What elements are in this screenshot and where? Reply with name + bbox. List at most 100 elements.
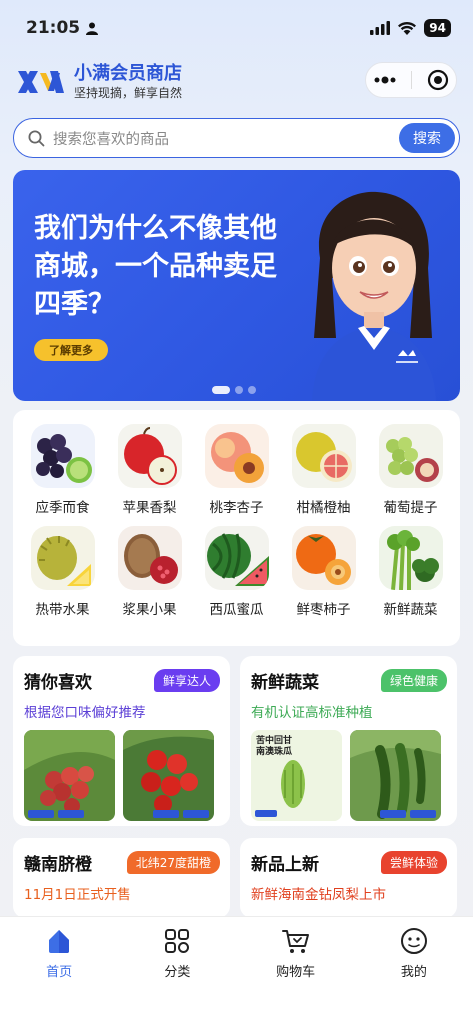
kiwi-pomegranate-icon (117, 526, 182, 590)
category-item[interactable]: 柑橘橙柚 (280, 424, 367, 526)
more-icon[interactable] (374, 76, 396, 84)
category-label: 应季而食 (35, 500, 90, 516)
category-grid: 应季而食 苹果香梨 桃李杏子 柑橘橙柚 葡萄提子 热带水果 浆果小果 西瓜蜜瓜 … (13, 410, 460, 646)
brand-logo (18, 71, 64, 93)
person-icon (86, 22, 99, 35)
category-item[interactable]: 新鲜蔬菜 (367, 526, 454, 628)
tab-label: 购物车 (276, 965, 316, 980)
brand-title: 小满会员商店 (74, 63, 182, 84)
peach-icon (204, 424, 269, 488)
celery-broccoli-icon (378, 526, 443, 590)
wifi-icon (398, 21, 417, 35)
category-label: 西瓜蜜瓜 (209, 602, 264, 618)
banner-cta-button[interactable]: 了解更多 (34, 339, 108, 361)
search-button[interactable]: 搜索 (399, 123, 455, 153)
category-icon (165, 929, 190, 953)
bottom-tab-bar: 首页 分类 购物车 我的 (0, 916, 473, 1024)
search-input[interactable]: 搜索您喜欢的商品 (53, 128, 399, 149)
durian-pineapple-icon (30, 526, 95, 590)
time-text: 21:05 (26, 18, 81, 38)
tab-home[interactable]: 首页 (0, 917, 118, 1024)
category-item[interactable]: 应季而食 (19, 424, 106, 526)
category-label: 鲜枣柿子 (296, 602, 351, 618)
tab-label: 首页 (46, 965, 73, 980)
promo-title: 赣南脐橙 (24, 855, 92, 875)
tab-category[interactable]: 分类 (118, 917, 236, 1024)
promo-tag: 尝鲜体验 (380, 851, 447, 874)
mini-program-capsule (365, 62, 457, 98)
promo-tag: 绿色健康 (380, 669, 447, 692)
close-target-icon[interactable] (427, 69, 449, 91)
promo-title: 猜你喜欢 (24, 673, 92, 693)
category-label: 新鲜蔬菜 (383, 602, 438, 618)
category-item[interactable]: 浆果小果 (106, 526, 193, 628)
promo-header: 猜你喜欢 鲜享达人 (24, 668, 220, 693)
promo-header: 新鲜蔬菜 绿色健康 (251, 668, 447, 693)
promo-images (24, 730, 220, 821)
cart-icon (281, 930, 309, 953)
brand-text: 小满会员商店 坚持现摘，鲜享自然 (74, 63, 182, 101)
tab-label: 我的 (400, 965, 427, 980)
brand-subtitle: 坚持现摘，鲜享自然 (74, 86, 183, 100)
bitter-melon-product-image[interactable]: 苦中回甘 南澳珠瓜 (251, 730, 342, 821)
promo-card-vegetables[interactable]: 新鲜蔬菜 绿色健康 有机认证高标准种植 苦中回甘 南澳珠瓜 (240, 656, 457, 826)
green-pepper-product-image[interactable] (350, 730, 441, 821)
bitter-melon-illustration (255, 760, 305, 817)
category-item[interactable]: 苹果香梨 (106, 424, 193, 526)
app-header: 小满会员商店 坚持现摘，鲜享自然 (16, 62, 457, 102)
promo-card-new-arrivals[interactable]: 新品上新 尝鲜体验 新鲜海南金钻凤梨上市 (240, 838, 457, 918)
promo-card-navel-orange[interactable]: 赣南脐橙 北纬27度甜橙 11月1日正式开售 (13, 838, 230, 918)
carousel-dot-active[interactable] (212, 386, 230, 394)
banner-headline: 我们为什么不像其他商城，一个品种卖足四季？ (34, 213, 277, 320)
persimmon-icon (291, 526, 356, 590)
banner-carousel[interactable]: 我们为什么不像其他商城，一个品种卖足四季？ 了解更多 (13, 170, 460, 401)
promo-tag: 鲜享达人 (153, 669, 220, 692)
green-grapes-icon (378, 424, 443, 488)
battery-icon: 94 (424, 19, 451, 37)
pomelo-icon (291, 424, 356, 488)
tab-label: 分类 (164, 965, 191, 980)
grapes-lime-icon (30, 424, 95, 488)
category-label: 柑橘橙柚 (296, 500, 351, 516)
promo-card-guess[interactable]: 猜你喜欢 鲜享达人 根据您口味偏好推荐 (13, 656, 230, 826)
status-right: 94 (370, 19, 451, 37)
category-item[interactable]: 鲜枣柿子 (280, 526, 367, 628)
category-item[interactable]: 热带水果 (19, 526, 106, 628)
category-label: 苹果香梨 (122, 500, 177, 516)
promo-header: 新品上新 尝鲜体验 (251, 850, 447, 875)
signal-icon (370, 21, 391, 35)
category-item[interactable]: 桃李杏子 (193, 424, 280, 526)
carousel-indicator (212, 386, 256, 394)
tab-profile[interactable]: 我的 (355, 917, 473, 1024)
promo-tag: 北纬27度甜橙 (126, 851, 220, 874)
promo-header: 赣南脐橙 北纬27度甜橙 (24, 850, 220, 875)
promo-subtitle: 有机认证高标准种植 (251, 705, 373, 721)
promo-images: 苦中回甘 南澳珠瓜 (251, 730, 447, 821)
carousel-dot[interactable] (248, 386, 256, 394)
status-bar: 21:05 94 (0, 0, 473, 56)
promo-subtitle: 新鲜海南金钻凤梨上市 (251, 887, 386, 903)
watermelon-icon (204, 526, 269, 590)
profile-icon (400, 928, 427, 954)
status-time: 21:05 (26, 18, 99, 38)
tab-cart[interactable]: 购物车 (237, 917, 355, 1024)
apple-icon (117, 424, 182, 488)
category-item[interactable]: 葡萄提子 (367, 424, 454, 526)
mascot-girl-illustration (312, 191, 436, 401)
category-label: 桃李杏子 (209, 500, 264, 516)
capsule-divider (410, 71, 412, 89)
search-icon (28, 130, 45, 146)
category-label: 葡萄提子 (383, 500, 438, 516)
category-item[interactable]: 西瓜蜜瓜 (193, 526, 280, 628)
promo-title: 新品上新 (251, 855, 319, 875)
carousel-dot[interactable] (235, 386, 243, 394)
promo-subtitle: 根据您口味偏好推荐 (24, 705, 146, 721)
home-icon (49, 930, 70, 953)
promo-title: 新鲜蔬菜 (251, 673, 319, 693)
promo-subtitle: 11月1日正式开售 (24, 887, 131, 903)
category-label: 热带水果 (35, 602, 90, 618)
lychee-product-image[interactable] (24, 730, 115, 821)
cherry-tomato-product-image[interactable] (123, 730, 214, 821)
search-bar[interactable]: 搜索您喜欢的商品 搜索 (13, 118, 460, 158)
category-label: 浆果小果 (122, 602, 177, 618)
